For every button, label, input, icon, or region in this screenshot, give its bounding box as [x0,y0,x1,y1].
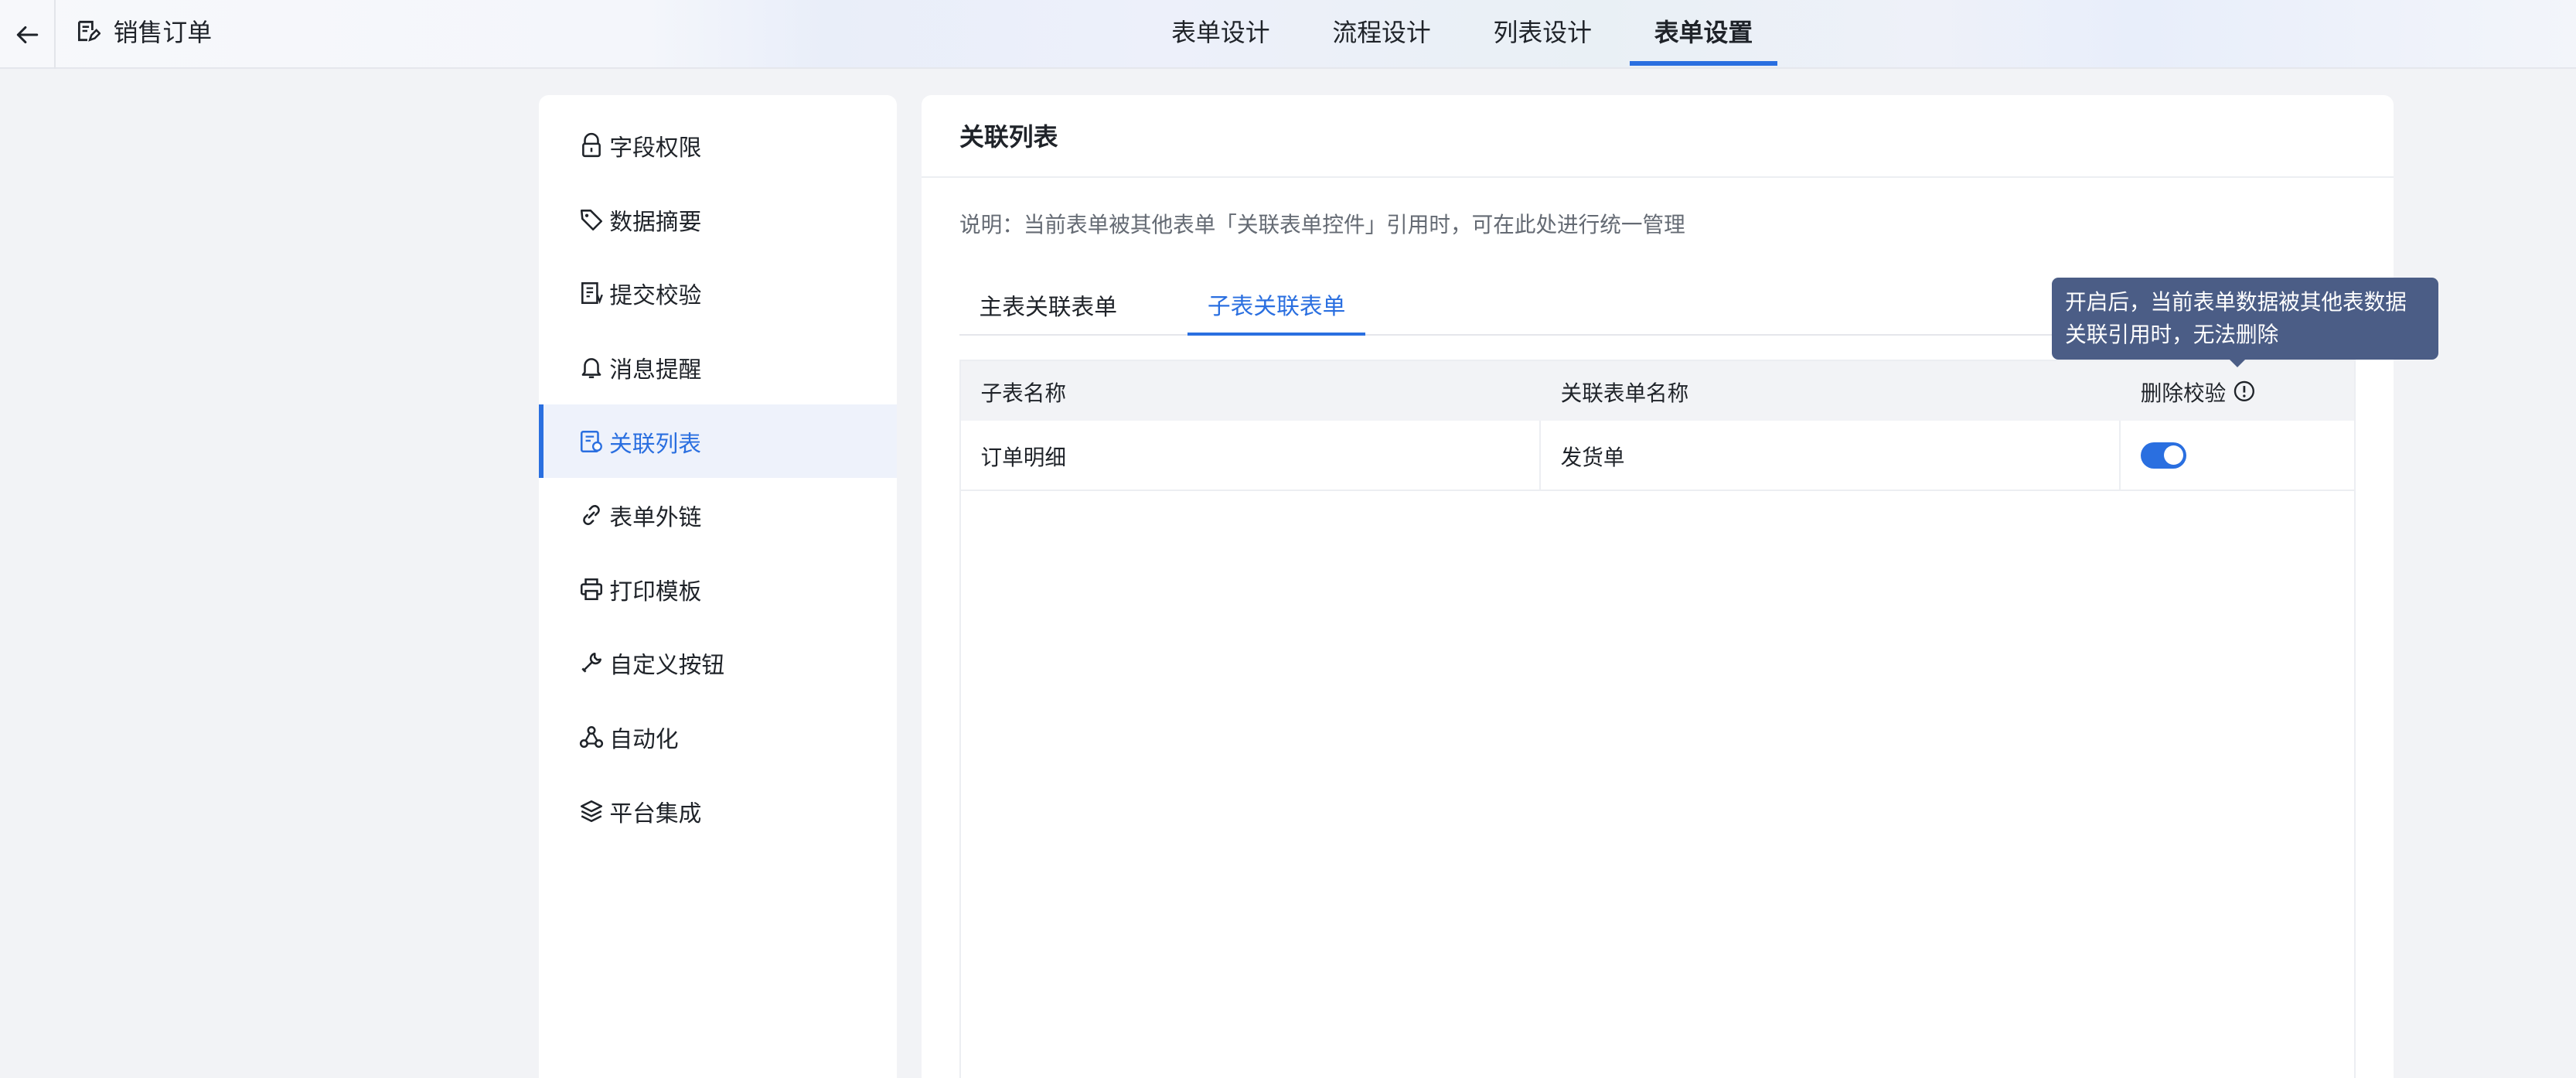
checklist-icon [578,280,605,306]
table-row: 订单明细 发货单 [961,420,2354,492]
sidebar-item-label: 字段权限 [609,135,702,162]
sidebar-item-print-template[interactable]: 打印模板 [539,552,897,626]
link-icon [578,502,605,528]
app-root: 销售订单 表单设计 流程设计 列表设计 表单设置 字段权限 数据摘要 提交校验 [0,0,2576,1078]
tab-list-design[interactable]: 列表设计 [1469,0,1617,66]
cell-delete-check [2121,421,2354,490]
column-header-linked-form-name: 关联表单名称 [1560,380,1689,405]
arrow-left-icon [14,22,40,48]
top-bar: 销售订单 表单设计 流程设计 列表设计 表单设置 [0,0,2576,70]
info-icon[interactable] [2233,380,2256,403]
layers-icon [578,798,605,824]
tooltip: 开启后，当前表单数据被其他表数据关联引用时，无法删除 [2052,278,2438,360]
sidebar-item-custom-buttons[interactable]: 自定义按钮 [539,626,897,701]
back-button[interactable] [0,0,56,70]
sidebar-item-data-summary[interactable]: 数据摘要 [539,183,897,257]
tag-icon [578,206,605,233]
tab-sub-linked-forms[interactable]: 子表关联表单 [1187,276,1365,336]
table-header: 子表名称 关联表单名称 删除校验 [961,361,2354,421]
settings-sidebar: 字段权限 数据摘要 提交校验 消息提醒 关联列表 表单外链 打印模板 自定义按钮… [539,95,898,1078]
sidebar-item-label: 表单外链 [609,505,702,531]
tab-main-linked-forms[interactable]: 主表关联表单 [959,276,1137,333]
linked-list-panel: 关联列表 说明：当前表单被其他表单「关联表单控件」引用时，可在此处进行统一管理 … [922,95,2394,1078]
sidebar-item-field-permissions[interactable]: 字段权限 [539,108,897,183]
sidebar-item-label: 消息提醒 [609,356,702,383]
tab-process-design[interactable]: 流程设计 [1307,0,1455,66]
lock-icon [578,132,605,159]
form-edit-icon [74,18,101,44]
sidebar-item-label: 自定义按钮 [609,653,725,679]
description-text: 说明：当前表单被其他表单「关联表单控件」引用时，可在此处进行统一管理 [959,212,1685,237]
page-title: 关联列表 [922,95,2394,178]
sidebar-item-submit-validation[interactable]: 提交校验 [539,257,897,331]
app-title: 销售订单 [74,0,212,63]
linked-list-icon [578,428,605,455]
cell-sub-table-name: 订单明细 [961,420,1542,490]
tab-form-design[interactable]: 表单设计 [1147,0,1294,66]
sidebar-item-label: 自动化 [609,727,679,753]
sidebar-item-notifications[interactable]: 消息提醒 [539,330,897,404]
column-header-delete-check: 删除校验 [2121,361,2354,421]
sidebar-item-automation[interactable]: 自动化 [539,700,897,774]
sidebar-item-label: 关联列表 [609,431,702,457]
sidebar-item-form-link[interactable]: 表单外链 [539,478,897,552]
sidebar-item-platform-integration[interactable]: 平台集成 [539,774,897,848]
sidebar-item-linked-list[interactable]: 关联列表 [539,404,898,479]
sidebar-item-label: 平台集成 [609,800,702,827]
column-header-label: 删除校验 [2140,380,2227,405]
wrench-icon [578,650,605,676]
column-header-sub-table-name: 子表名称 [980,380,1066,405]
linked-forms-table: 子表名称 关联表单名称 删除校验 订单明细 发货单 [959,360,2356,1078]
sidebar-item-label: 数据摘要 [609,209,702,235]
tab-form-settings[interactable]: 表单设置 [1629,0,1778,66]
cell-linked-form-name: 发货单 [1541,420,2121,490]
app-title-text: 销售订单 [113,19,213,47]
sidebar-item-label: 打印模板 [609,578,702,605]
delete-check-toggle[interactable] [2140,442,2187,469]
automation-icon [578,724,605,750]
top-tabs: 表单设计 流程设计 列表设计 表单设置 [1147,0,1791,69]
tooltip-arrow [2227,358,2247,367]
bell-icon [578,354,605,380]
printer-icon [578,576,605,602]
sidebar-item-label: 提交校验 [609,283,702,309]
